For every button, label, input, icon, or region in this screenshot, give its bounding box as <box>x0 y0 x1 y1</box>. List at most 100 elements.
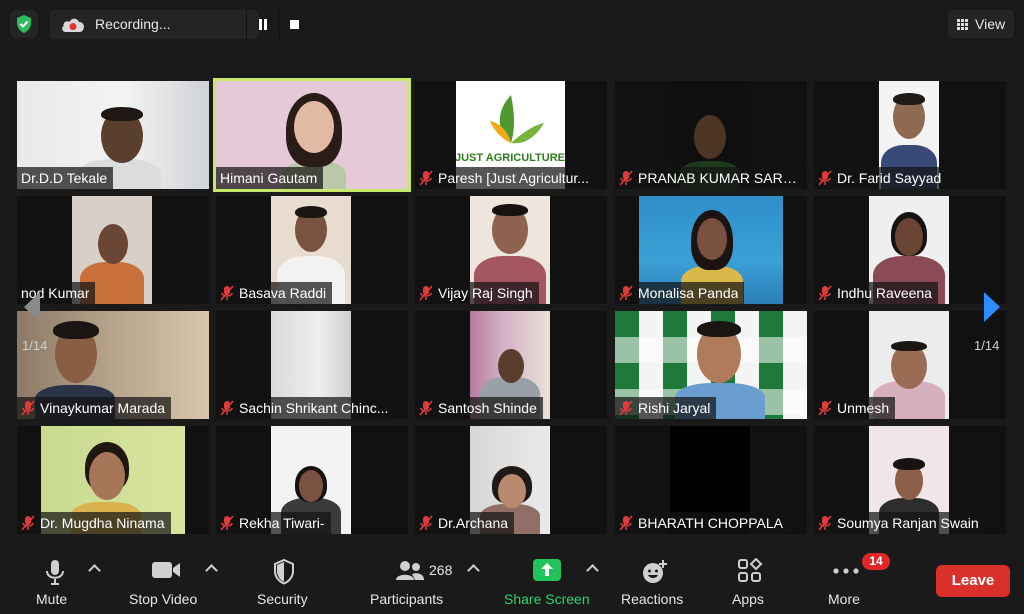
video-camera-icon <box>152 562 180 578</box>
video-tile[interactable]: nod Kumar <box>17 196 209 304</box>
cloud-record-icon <box>62 18 84 32</box>
muted-mic-icon <box>419 515 433 531</box>
reactions-label: Reactions <box>621 591 684 607</box>
previous-page-arrow-icon[interactable] <box>20 290 44 324</box>
video-tile[interactable]: Soumya Ranjan Swain <box>814 426 1006 534</box>
participant-name: Dr. Mugdha Ninama <box>40 515 165 531</box>
participant-name: Vijay Raj Singh <box>438 285 533 301</box>
apps-grid-icon <box>738 558 763 582</box>
participant-name: Paresh [Just Agricultur... <box>438 170 589 186</box>
muted-mic-icon <box>818 285 832 301</box>
video-tile[interactable]: Basava Raddi <box>216 196 408 304</box>
participant-name-bar: Unmesh <box>814 397 896 419</box>
mute-label: Mute <box>36 591 68 607</box>
share-screen-icon <box>533 559 561 581</box>
video-tile[interactable]: PRANAB KUMAR SARK... <box>615 81 807 189</box>
leave-meeting-button[interactable]: Leave <box>936 565 1010 597</box>
muted-mic-icon <box>619 170 633 186</box>
participant-name: Dr.Archana <box>438 515 509 531</box>
security-shield-indicator[interactable] <box>10 10 38 38</box>
muted-mic-icon <box>21 400 35 416</box>
audio-options-caret-icon[interactable] <box>88 564 101 577</box>
participants-options-caret-icon[interactable] <box>467 564 480 577</box>
page-indicator-left: 1/14 <box>22 338 48 353</box>
more-label: More <box>828 591 860 607</box>
grid-view-icon <box>957 19 968 30</box>
video-tile[interactable]: Santosh Shinde <box>415 311 607 419</box>
participant-name: Vinaykumar Marada <box>40 400 166 416</box>
share-screen-button[interactable]: Share Screen <box>502 548 592 614</box>
participant-name-bar: Rekha Tiwari- <box>216 512 331 534</box>
recording-label: Recording... <box>95 16 171 32</box>
video-tile[interactable]: BHARATH CHOPPALA <box>615 426 807 534</box>
muted-mic-icon <box>619 285 633 301</box>
muted-mic-icon <box>419 285 433 301</box>
participant-name-bar: Indhu Raveena <box>814 282 938 304</box>
more-dots-icon <box>833 568 859 574</box>
participant-name: Basava Raddi <box>239 285 327 301</box>
video-tile[interactable]: Unmesh <box>814 311 1006 419</box>
participants-label: Participants <box>370 591 444 607</box>
video-tile[interactable]: Monalisa Panda <box>615 196 807 304</box>
video-tile[interactable]: Sachin Shrikant Chinc... <box>216 311 408 419</box>
participant-name: PRANAB KUMAR SARK... <box>638 170 799 186</box>
participant-name-bar: Monalisa Panda <box>615 282 745 304</box>
reactions-button[interactable]: Reactions <box>619 548 691 614</box>
muted-mic-icon <box>220 400 234 416</box>
participant-name: Rekha Tiwari- <box>239 515 325 531</box>
next-page-arrow-icon[interactable] <box>980 290 1004 324</box>
participant-name-bar: Basava Raddi <box>216 282 333 304</box>
video-tile[interactable]: Rishi Jaryal <box>615 311 807 419</box>
participant-name: Indhu Raveena <box>837 285 932 301</box>
video-tile-active-speaker[interactable]: Himani Gautam <box>216 81 408 189</box>
muted-mic-icon <box>220 515 234 531</box>
view-label: View <box>975 16 1006 32</box>
participant-name-bar: Vinaykumar Marada <box>17 397 172 419</box>
recording-status: Recording... <box>50 10 299 39</box>
muted-mic-icon <box>419 170 433 186</box>
video-tile[interactable]: Dr. Mugdha Ninama <box>17 426 209 534</box>
participant-name-bar: BHARATH CHOPPALA <box>615 512 789 534</box>
participant-name-bar: Dr. Farid Sayyad <box>814 167 948 189</box>
participant-count: 268 <box>429 562 453 578</box>
participant-name-bar: PRANAB KUMAR SARK... <box>615 167 805 189</box>
participant-name: Santosh Shinde <box>438 400 537 416</box>
participant-name-bar: Vijay Raj Singh <box>415 282 539 304</box>
pause-recording-button[interactable] <box>246 10 276 39</box>
security-shield-icon <box>274 558 294 585</box>
participant-name-bar: Sachin Shrikant Chinc... <box>216 397 395 419</box>
mute-button[interactable]: Mute <box>30 548 90 614</box>
more-notification-badge: 14 <box>862 553 890 570</box>
video-tile[interactable]: Indhu Raveena <box>814 196 1006 304</box>
svg-text:JUST AGRICULTURE: JUST AGRICULTURE <box>456 152 565 164</box>
video-tile[interactable]: Dr.D.D Tekale <box>17 81 209 189</box>
security-label: Security <box>257 591 308 607</box>
video-tile[interactable]: Vinaykumar Marada <box>17 311 209 419</box>
apps-button[interactable]: Apps <box>728 548 772 614</box>
participants-people-icon <box>396 561 424 580</box>
video-tile[interactable]: Dr. Farid Sayyad <box>814 81 1006 189</box>
share-screen-label: Share Screen <box>504 591 590 607</box>
video-tile[interactable]: Rekha Tiwari- <box>216 426 408 534</box>
participant-name-bar: Dr.Archana <box>415 512 515 534</box>
participant-name-bar: Paresh [Just Agricultur... <box>415 167 595 189</box>
muted-mic-icon <box>818 400 832 416</box>
muted-mic-icon <box>818 515 832 531</box>
view-button[interactable]: View <box>948 10 1014 38</box>
stop-video-label: Stop Video <box>129 591 198 607</box>
video-tile[interactable]: JUST AGRICULTURE Paresh [Just Agricultur… <box>415 81 607 189</box>
stop-video-button[interactable]: Stop Video <box>126 548 208 614</box>
security-button[interactable]: Security <box>254 548 316 614</box>
stop-recording-button[interactable] <box>279 10 309 39</box>
participant-name-bar: Dr. Mugdha Ninama <box>17 512 171 534</box>
participants-button[interactable]: 268 Participants <box>368 548 454 614</box>
participant-name-bar: Soumya Ranjan Swain <box>814 512 985 534</box>
video-tile[interactable]: Dr.Archana <box>415 426 607 534</box>
shield-check-icon <box>17 15 31 33</box>
video-tile[interactable]: Vijay Raj Singh <box>415 196 607 304</box>
muted-mic-icon <box>419 400 433 416</box>
participant-name: Rishi Jaryal <box>638 400 711 416</box>
participant-name: Unmesh <box>837 400 890 416</box>
participant-name-bar: Rishi Jaryal <box>615 397 717 419</box>
apps-label: Apps <box>732 591 764 607</box>
